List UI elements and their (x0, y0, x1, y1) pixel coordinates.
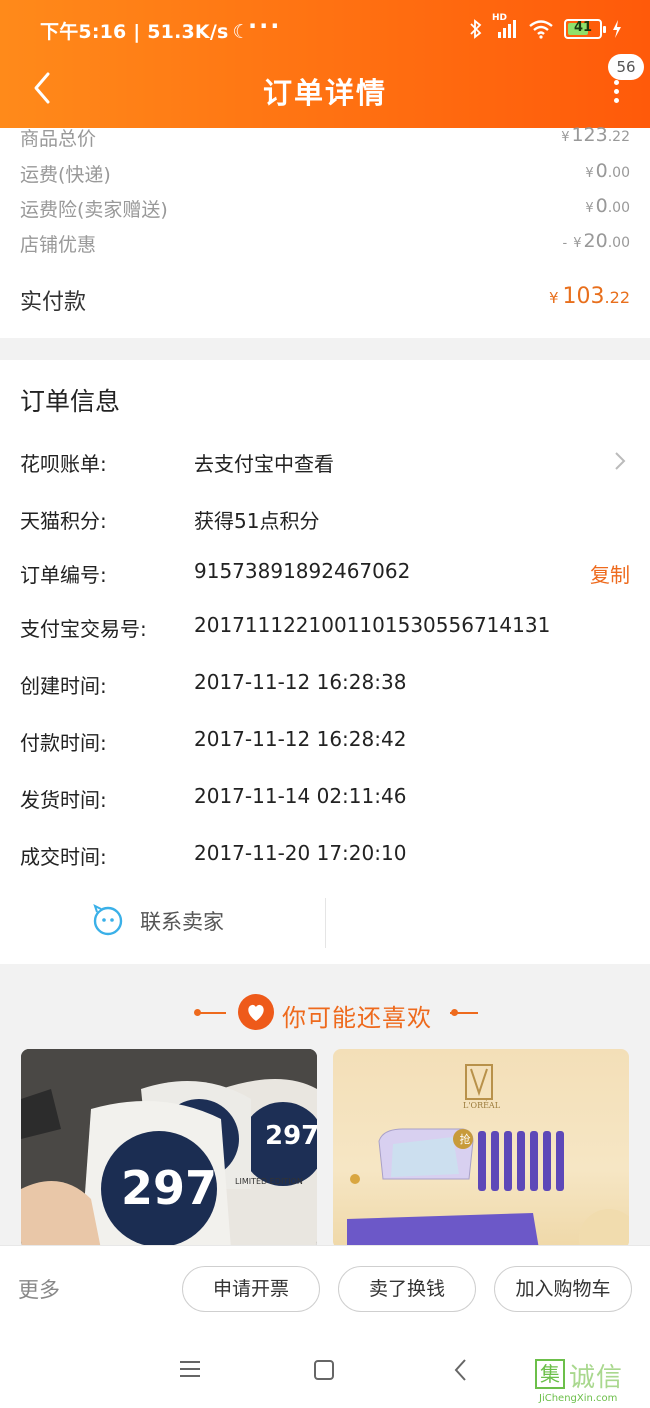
tmall-points-row: 天猫积分: 获得51点积分 (20, 505, 630, 535)
info-value: 2017-11-14 02:11:46 (194, 784, 407, 808)
copy-button[interactable]: 复制 (590, 559, 630, 588)
decor-dot (451, 1009, 458, 1016)
shipped-time-row: 发货时间: 2017-11-14 02:11:46 (20, 784, 630, 814)
info-label: 天猫积分: (20, 509, 107, 533)
info-value: 2017-11-12 16:28:38 (194, 670, 407, 694)
paid-time-row: 付款时间: 2017-11-12 16:28:42 (20, 727, 630, 757)
info-value: 2017-11-20 17:20:10 (194, 841, 407, 865)
alipay-trade-row: 支付宝交易号: 2017111221001101530556714131 (20, 613, 630, 643)
page-title: 订单详情 (262, 76, 387, 110)
action-bar: 更多 申请开票 卖了换钱 加入购物车 (0, 1245, 650, 1331)
info-label: 发货时间: (20, 788, 107, 812)
watermark-box: 集 (535, 1359, 565, 1389)
order-info: 订单信息 花呗账单: 去支付宝中查看 天猫积分: 获得51点积分 订单编号: 9… (0, 360, 650, 964)
price-row-value: ¥0.00 (585, 195, 630, 217)
charging-icon (613, 20, 621, 38)
info-label: 支付宝交易号: (20, 617, 147, 641)
bluetooth-icon (470, 19, 482, 39)
price-summary: 商品总价 ¥123.22 运费(快递) ¥0.00 运费险(卖家赠送) ¥0.0… (0, 124, 650, 338)
price-row-value: ¥123.22 (561, 124, 630, 146)
product-b-brand: L'ORÉAL (463, 1101, 501, 1110)
more-button[interactable]: 更多 (18, 1274, 60, 1304)
deal-time-row: 成交时间: 2017-11-20 17:20:10 (20, 841, 630, 871)
status-time: 下午5:16 | 51.3K/s (40, 21, 229, 43)
recommend-title: 你可能还喜欢 (282, 1004, 432, 1032)
status-dots-icon: ··· (248, 12, 282, 40)
info-value: 去支付宝中查看 (194, 452, 334, 476)
add-to-cart-button[interactable]: 加入购物车 (494, 1266, 632, 1312)
apply-invoice-button[interactable]: 申请开票 (182, 1266, 320, 1312)
order-number-row: 订单编号: 91573891892467062 复制 (20, 559, 630, 589)
info-label: 付款时间: (20, 731, 107, 755)
info-label: 订单编号: (20, 563, 107, 587)
contact-seller-label: 联系卖家 (140, 910, 224, 934)
price-row-label: 运费(快递) (20, 164, 111, 186)
message-count-badge[interactable]: 56 (608, 54, 644, 80)
product-a-number: 297 (121, 1161, 218, 1215)
divider (325, 898, 326, 948)
system-nav-bar: 集 诚信 JiChengXin.com (0, 1331, 650, 1408)
contact-seller-button[interactable]: 联系卖家 (0, 890, 325, 950)
status-time-speed: 下午5:16 | 51.3K/s ☾ (40, 17, 250, 44)
info-value: 2017-11-12 16:28:42 (194, 727, 407, 751)
chat-face-icon (93, 904, 123, 936)
info-value: 2017111221001101530556714131 (194, 613, 551, 637)
home-icon[interactable] (314, 1360, 334, 1380)
watermark-url: JiChengXin.com (539, 1393, 618, 1404)
price-row-label: 店铺优惠 (20, 234, 97, 256)
huabei-bill-row[interactable]: 花呗账单: 去支付宝中查看 (20, 448, 630, 478)
chevron-right-icon (615, 452, 626, 470)
more-menu-icon[interactable] (606, 80, 626, 104)
battery-level: 41 (573, 20, 593, 35)
product-a-caption: LIMITED EDITION (235, 1177, 303, 1186)
resell-button[interactable]: 卖了换钱 (338, 1266, 476, 1312)
price-row-label: 运费险(卖家赠送) (20, 199, 168, 221)
product-card[interactable]: L'ORÉAL 抢 (333, 1049, 629, 1249)
heart-icon (238, 994, 274, 1030)
recommend-header: 你可能还喜欢 (0, 992, 650, 1032)
system-back-icon[interactable] (452, 1357, 470, 1383)
paid-label: 实付款 (20, 290, 87, 315)
top-bar: 下午5:16 | 51.3K/s ☾ ··· HD 41 订单详情 56 (0, 0, 650, 128)
watermark-text: 诚信 (569, 1363, 624, 1393)
signal-icon: HD (492, 13, 518, 39)
status-icons: HD 41 (470, 13, 622, 42)
decor-line (198, 1012, 226, 1014)
info-value: 91573891892467062 (194, 559, 411, 583)
info-label: 创建时间: (20, 674, 107, 698)
product-card[interactable]: 297 297 LIMITED EDITION (21, 1049, 317, 1249)
price-row-value: ¥0.00 (585, 160, 630, 182)
product-image-loreal (347, 1064, 629, 1249)
price-row-label: 商品总价 (20, 128, 97, 150)
battery-icon: 41 (564, 19, 606, 39)
info-label: 花呗账单: (20, 452, 107, 476)
paid-value: ¥103.22 (549, 284, 630, 309)
watermark-logo: 集 诚信 JiChengXin.com (533, 1355, 649, 1407)
wifi-icon (529, 20, 553, 39)
status-bar: 下午5:16 | 51.3K/s ☾ ··· HD 41 (0, 0, 650, 58)
recent-apps-icon[interactable] (180, 1361, 200, 1382)
info-value: 获得51点积分 (194, 509, 320, 533)
created-time-row: 创建时间: 2017-11-12 16:28:38 (20, 670, 630, 700)
product-a-number-2: 297 (265, 1121, 317, 1151)
info-label: 成交时间: (20, 845, 107, 869)
order-info-title: 订单信息 (20, 387, 121, 416)
price-row-value: - ¥20.00 (562, 230, 630, 252)
product-b-tag: 抢 (459, 1133, 471, 1146)
